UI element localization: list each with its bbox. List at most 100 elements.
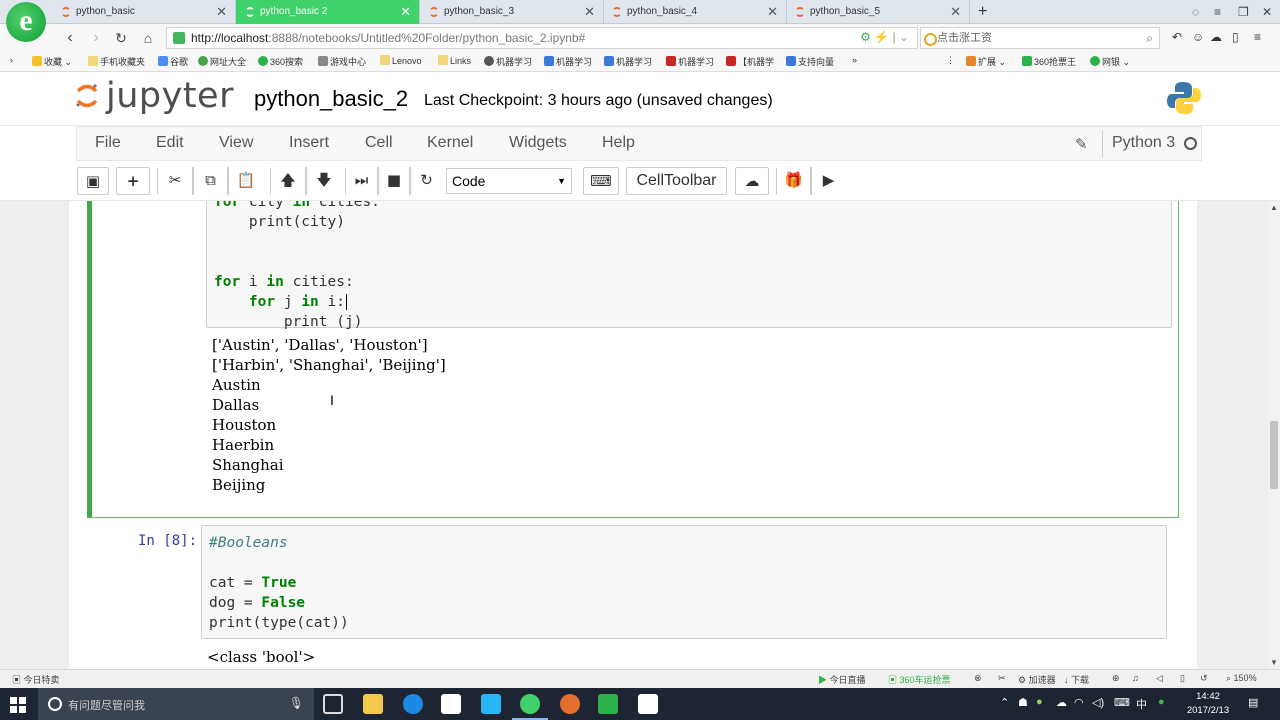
code-input[interactable]: for city in cities: print(city) for i in… <box>206 201 1172 330</box>
bookmark-item[interactable]: 机器学习 <box>604 55 652 68</box>
scrollbar-thumb[interactable] <box>1270 421 1278 489</box>
bookmark-item[interactable]: 【机器学 <box>726 55 774 68</box>
code-input[interactable]: #Booleans cat = True dog = False print(t… <box>201 525 1167 639</box>
status-ticket[interactable]: ▣ 360车运抢票 <box>888 673 951 686</box>
menu-insert[interactable]: Insert <box>289 134 329 152</box>
file-explorer-icon[interactable] <box>363 694 383 714</box>
cloud-upload-icon[interactable]: ☁ <box>735 167 769 195</box>
phone-icon[interactable]: ▯ <box>1232 30 1239 44</box>
menu-icon[interactable]: ≡ <box>1214 0 1221 24</box>
tools-icon[interactable]: ⊕ <box>1112 673 1120 684</box>
close-icon[interactable]: ✕ <box>950 0 961 24</box>
bookmark-item[interactable]: 手机收藏夹 <box>88 55 145 68</box>
bookmark-item[interactable]: 谷歌 <box>158 55 188 68</box>
scissor-icon[interactable]: ✂ <box>998 673 1006 684</box>
cell-type-select[interactable]: Code ▼ <box>446 168 572 194</box>
status-live[interactable]: ▶ 今日直播 <box>818 673 866 686</box>
paste-icon[interactable]: 📋 <box>228 167 263 195</box>
cloud-icon[interactable]: ☁ <box>1210 30 1222 44</box>
arrow-up-icon[interactable]: 🡅 <box>271 167 306 195</box>
jupyter-logo-text[interactable]: jupyter <box>106 76 234 116</box>
code-cell-selected[interactable]: for city in cities: print(city) for i in… <box>87 201 1179 518</box>
url-text[interactable]: http://localhost:8888/notebooks/Untitled… <box>191 31 585 45</box>
browser-tab[interactable]: python_basic_4 ✕ <box>603 0 787 24</box>
speaker-icon[interactable]: ◁) <box>1092 696 1104 709</box>
store-icon[interactable] <box>441 694 461 714</box>
microphone-icon[interactable]: 🎙 <box>289 696 304 710</box>
pencil-icon[interactable]: ✎ <box>1075 135 1088 153</box>
gift-icon[interactable]: 🎁 <box>777 167 811 195</box>
status-deals[interactable]: ▣ 今日特卖 <box>12 673 60 686</box>
volume-icon[interactable]: ◁ <box>1156 673 1163 684</box>
360-tray-icon[interactable]: ● <box>1158 696 1165 708</box>
forward-icon[interactable]: › <box>86 28 106 48</box>
search-input[interactable]: 点击涨工资 ⌕ <box>920 27 1160 49</box>
back-icon[interactable]: ‹ <box>60 28 80 48</box>
save-icon[interactable]: ▣ <box>77 167 109 195</box>
menu-edit[interactable]: Edit <box>156 134 184 152</box>
camtasia-icon[interactable] <box>598 694 618 714</box>
arrow-down-icon[interactable]: 🡇 <box>306 167 341 195</box>
reload-icon[interactable]: ↻ <box>111 28 131 48</box>
url-tools-icon[interactable]: ⚙ ⚡ | ⌄ <box>860 30 909 44</box>
bookmark-item[interactable]: 机器学习 <box>666 55 714 68</box>
keyboard-tray-icon[interactable]: ⌨ <box>1114 696 1130 709</box>
restore-window-icon[interactable]: ❐ <box>1238 0 1249 24</box>
home-icon[interactable]: ⌂ <box>138 28 158 48</box>
close-icon[interactable]: ✕ <box>400 0 411 24</box>
bookmark-item[interactable]: 网银 ⌄ <box>1090 55 1130 68</box>
menu-widgets[interactable]: Widgets <box>509 134 567 152</box>
tray-expand-icon[interactable]: ⌃ <box>1000 696 1009 709</box>
notification-icon[interactable]: ▤ <box>1248 696 1258 709</box>
cloud-tray-icon[interactable]: ☁ <box>1056 696 1067 709</box>
app-icon[interactable] <box>481 694 501 714</box>
bookmark-item[interactable]: Links <box>438 55 471 66</box>
scroll-up-icon[interactable]: ▲ <box>1270 203 1278 212</box>
stop-icon[interactable]: ■ <box>378 167 410 195</box>
close-icon[interactable]: ✕ <box>216 0 227 24</box>
close-window-icon[interactable]: ✕ <box>1262 0 1272 24</box>
bookmark-item[interactable]: 支持向量 <box>786 55 834 68</box>
new-tab-button[interactable]: + <box>978 0 987 24</box>
wifi-icon[interactable]: ◠ <box>1074 696 1084 709</box>
jupyter-app-icon[interactable] <box>560 694 580 714</box>
skin-icon[interactable]: ◌ <box>1192 0 1199 24</box>
celltoolbar-button[interactable]: CellToolbar <box>626 167 727 195</box>
edge-browser-icon[interactable] <box>403 694 423 714</box>
bookmark-item[interactable]: 360搜索 <box>258 55 303 68</box>
browser-logo[interactable]: e <box>6 2 46 42</box>
more-icon[interactable]: ⋮ <box>946 55 955 66</box>
bookmark-item[interactable]: 机器学习 <box>544 55 592 68</box>
jupyter-logo-icon[interactable] <box>75 83 99 109</box>
network-icon[interactable]: ☗ <box>1018 696 1028 709</box>
menu-kernel[interactable]: Kernel <box>427 134 473 152</box>
browser-tab[interactable]: python_basic_5 ✕ <box>786 0 970 24</box>
ime-indicator[interactable]: 中 <box>1136 696 1147 712</box>
keyboard-icon[interactable]: ⌨ <box>583 167 619 195</box>
security-icon[interactable]: ● <box>1036 696 1043 708</box>
menu-help[interactable]: Help <box>602 134 635 152</box>
menu-icon[interactable]: ≡ <box>1254 30 1261 44</box>
copy-icon[interactable]: ⧉ <box>193 167 228 195</box>
bookmark-item[interactable]: Lenovo <box>380 55 422 66</box>
360-browser-icon[interactable] <box>512 694 548 720</box>
bookmark-item[interactable]: 收藏 ⌄ <box>32 55 72 68</box>
windows-start-icon[interactable] <box>10 697 26 713</box>
bookmarks-toggle-icon[interactable]: › <box>10 55 13 65</box>
add-cell-icon[interactable]: + <box>116 167 150 195</box>
close-icon[interactable]: ✕ <box>767 0 778 24</box>
youtube-icon[interactable]: ▶ <box>811 167 845 195</box>
menu-cell[interactable]: Cell <box>365 134 393 152</box>
taskbar-search-box[interactable]: 有问题尽管问我 🎙 <box>38 688 314 720</box>
restart-icon[interactable]: ↻ <box>410 167 442 195</box>
menu-view[interactable]: View <box>219 134 253 152</box>
address-bar[interactable]: http://localhost:8888/notebooks/Untitled… <box>166 27 918 49</box>
browser-tab-active[interactable]: python_basic 2 ✕ <box>236 0 420 24</box>
search-icon[interactable]: ⌕ <box>1146 28 1153 48</box>
code-cell[interactable]: In [8]: #Booleans cat = True dog = False… <box>87 525 1179 669</box>
bookmark-item[interactable]: 游戏中心 <box>318 55 366 68</box>
undo-icon[interactable]: ↶ <box>1172 30 1182 44</box>
bookmarks-more[interactable]: » <box>852 55 857 65</box>
mobile-icon[interactable]: ▯ <box>1180 673 1185 684</box>
bookmark-item[interactable]: 机器学习 <box>484 55 532 68</box>
